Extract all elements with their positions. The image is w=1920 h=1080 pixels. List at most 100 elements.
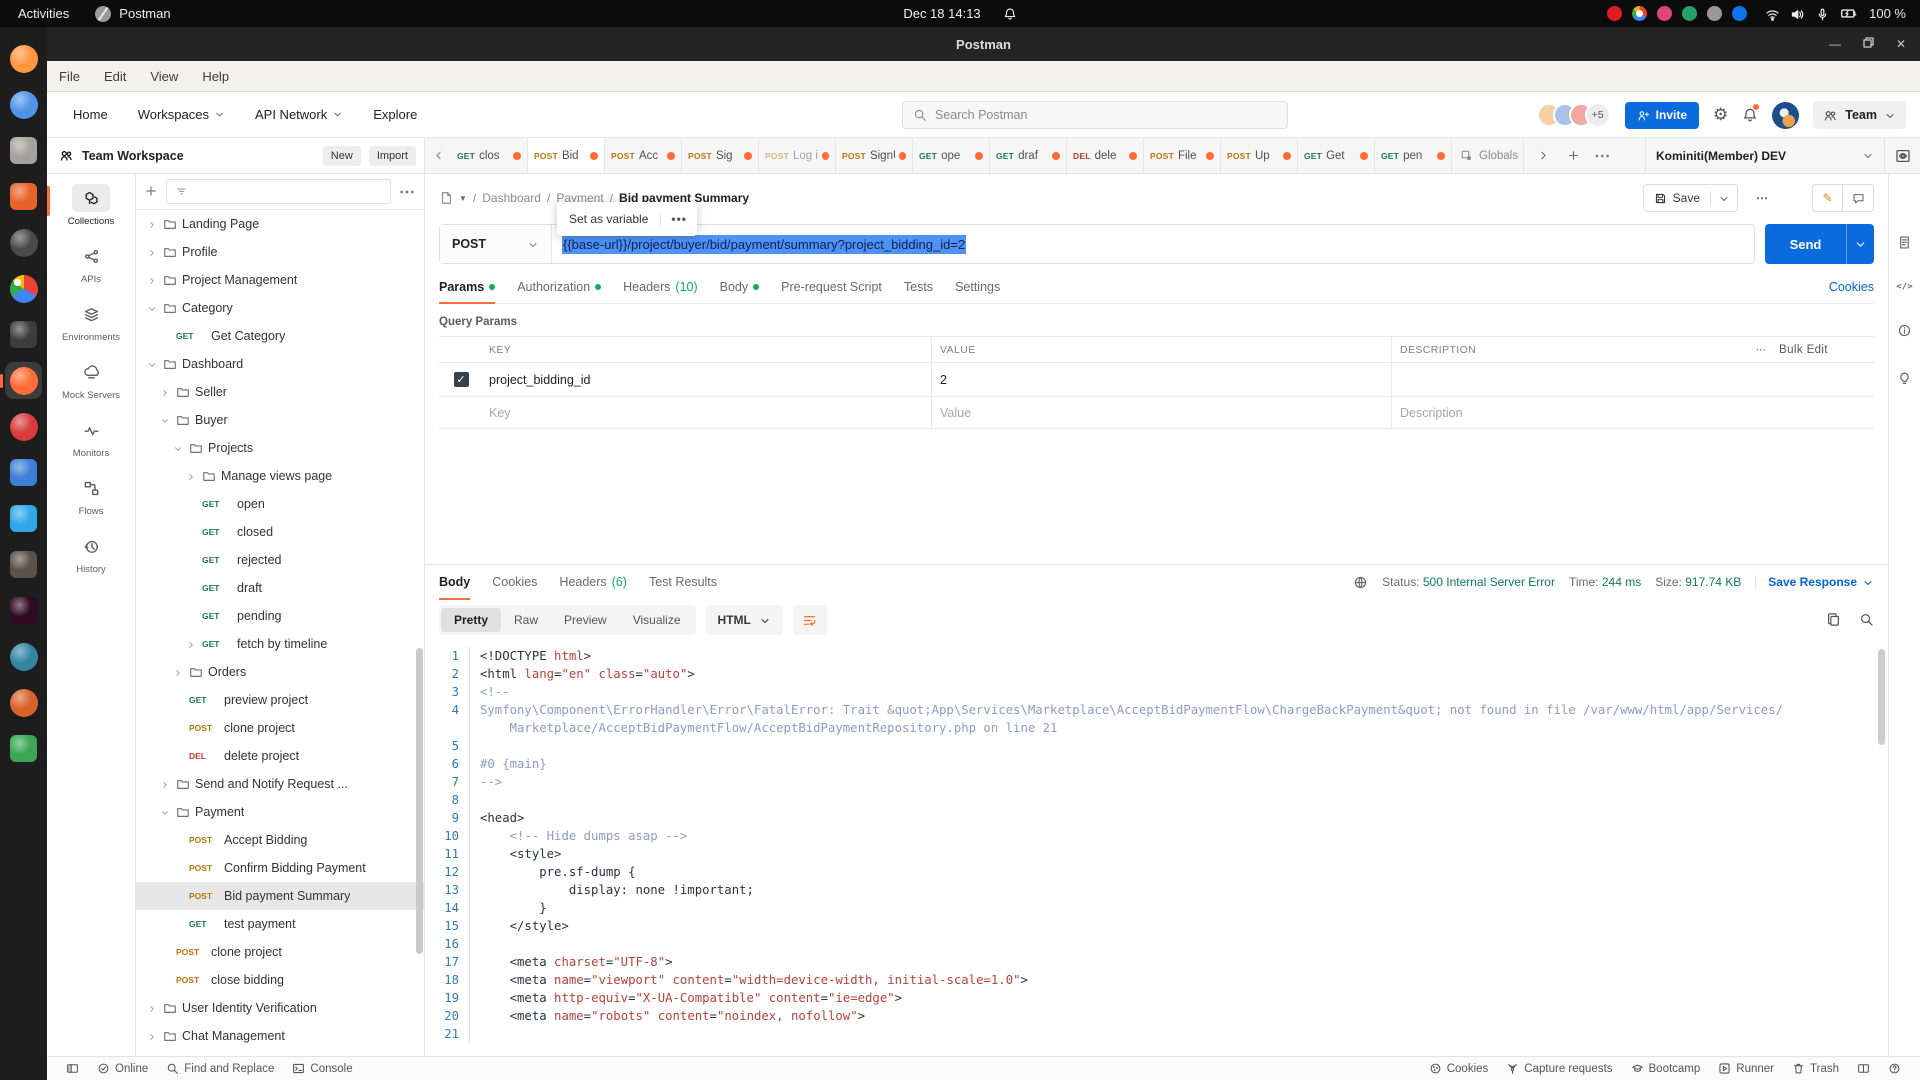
- dock-chrome-icon[interactable]: [5, 270, 42, 307]
- response-scrollbar[interactable]: [1878, 649, 1885, 745]
- menu-edit[interactable]: Edit: [102, 67, 128, 86]
- nav-item-api-network[interactable]: API Network: [255, 107, 343, 122]
- notifications-button[interactable]: [1742, 106, 1758, 124]
- comment-button[interactable]: [1843, 185, 1873, 211]
- popup-more-button[interactable]: •••: [660, 212, 697, 226]
- tab-scroll-right-button[interactable]: [1530, 143, 1556, 169]
- request-tab-tests[interactable]: Tests: [904, 270, 933, 303]
- dock-app-center-icon[interactable]: [5, 178, 42, 215]
- cookies-link[interactable]: Cookies: [1829, 280, 1874, 294]
- tab-clos[interactable]: GETclos: [451, 138, 528, 173]
- clock[interactable]: Dec 18 14:13: [903, 6, 980, 21]
- request-tab-body[interactable]: Body: [720, 270, 760, 303]
- dock-teal-app-icon[interactable]: [5, 638, 42, 675]
- breadcrumb-item[interactable]: Dashboard: [482, 191, 541, 205]
- params-more-button[interactable]: ⋯: [1743, 337, 1779, 362]
- dock-remote-app-icon[interactable]: [5, 454, 42, 491]
- user-avatar[interactable]: [1772, 102, 1799, 129]
- tab-file[interactable]: POSTFile: [1144, 138, 1221, 173]
- battery-icon[interactable]: [1840, 5, 1857, 22]
- rail-code-button[interactable]: </>: [1896, 282, 1912, 292]
- send-button[interactable]: Send: [1765, 224, 1874, 264]
- statusbar-two-pane-button[interactable]: [1848, 1057, 1879, 1080]
- bulk-edit-button[interactable]: Bulk Edit: [1779, 337, 1874, 362]
- new-tab-button[interactable]: [1560, 143, 1586, 169]
- response-body-code[interactable]: 1<!DOCTYPE html>2<html lang="en" class="…: [425, 641, 1888, 1056]
- tree-folder-landing-page[interactable]: Landing Page: [136, 210, 424, 238]
- statusbar-panel-button[interactable]: [57, 1057, 88, 1080]
- dock-blue-app-icon[interactable]: [5, 86, 42, 123]
- environment-quick-look-button[interactable]: [1884, 138, 1920, 173]
- tree-request-open[interactable]: GETopen: [136, 490, 424, 518]
- tab-globals[interactable]: Globals: [1452, 138, 1524, 173]
- statusbar-capture-requests-button[interactable]: Capture requests: [1497, 1057, 1621, 1080]
- request-tab-authorization[interactable]: Authorization: [517, 270, 601, 303]
- param-value-cell[interactable]: 2: [931, 363, 1391, 396]
- rail-item-flows[interactable]: Flows: [47, 474, 135, 523]
- minimize-button[interactable]: —: [1829, 37, 1841, 51]
- menu-view[interactable]: View: [148, 67, 180, 86]
- tab-log-in[interactable]: POSTLog in: [759, 138, 836, 173]
- workspace-title[interactable]: Team Workspace: [82, 149, 315, 163]
- tree-request-get-category[interactable]: GETGet Category: [136, 322, 424, 350]
- tree-request-clone-project[interactable]: POSTclone project: [136, 714, 424, 742]
- statusbar-trash-button[interactable]: Trash: [1783, 1057, 1848, 1080]
- tab-ope[interactable]: GETope: [913, 138, 990, 173]
- menu-help[interactable]: Help: [200, 67, 231, 86]
- import-button[interactable]: Import: [369, 146, 416, 166]
- nav-item-explore[interactable]: Explore: [373, 107, 417, 122]
- tree-folder-seller[interactable]: Seller: [136, 378, 424, 406]
- view-visualize[interactable]: Visualize: [620, 608, 694, 632]
- collections-filter-input[interactable]: [166, 179, 391, 204]
- volume-icon[interactable]: [1790, 5, 1805, 21]
- tree-folder-payment[interactable]: Payment: [136, 798, 424, 826]
- tab-dele[interactable]: DELdele: [1067, 138, 1144, 173]
- dock-vscode-icon[interactable]: [5, 500, 42, 537]
- tab-pen[interactable]: GETpen: [1375, 138, 1452, 173]
- tree-folder-projects[interactable]: Projects: [136, 434, 424, 462]
- tree-folder-project-management[interactable]: Project Management: [136, 266, 424, 294]
- view-preview[interactable]: Preview: [551, 608, 620, 632]
- dock-help-icon[interactable]: [5, 224, 42, 261]
- tree-folder-dashboard[interactable]: Dashboard: [136, 350, 424, 378]
- response-tab-test-results[interactable]: Test Results: [649, 565, 717, 599]
- tree-folder-buyer[interactable]: Buyer: [136, 406, 424, 434]
- menu-file[interactable]: File: [57, 67, 82, 86]
- param-description-placeholder[interactable]: Description: [1391, 397, 1743, 428]
- tab-up[interactable]: POSTUp: [1221, 138, 1298, 173]
- tray-chrome-icon[interactable]: [1632, 6, 1647, 21]
- restore-button[interactable]: [1863, 37, 1874, 51]
- tree-scrollbar[interactable]: [416, 648, 423, 954]
- tree-folder-send-and-notify-request-[interactable]: Send and Notify Request ...: [136, 770, 424, 798]
- tray-recycle-app-icon[interactable]: [1682, 6, 1697, 21]
- chevron-down-icon[interactable]: [1710, 191, 1737, 205]
- dock-dark-app-icon[interactable]: [5, 316, 42, 353]
- invite-button[interactable]: Invite: [1625, 102, 1699, 129]
- tree-request-closed[interactable]: GETclosed: [136, 518, 424, 546]
- response-tab-body[interactable]: Body: [439, 565, 470, 599]
- nav-item-workspaces[interactable]: Workspaces: [138, 107, 225, 122]
- environment-selector[interactable]: Kominiti(Member) DEV: [1646, 149, 1884, 163]
- request-tab-headers[interactable]: Headers(10): [623, 270, 697, 303]
- tree-request-bid-payment-summary[interactable]: POSTBid payment Summary: [136, 882, 424, 910]
- param-description-cell[interactable]: [1391, 363, 1743, 396]
- rail-item-history[interactable]: History: [47, 532, 135, 581]
- statusbar-bootcamp-button[interactable]: Bootcamp: [1622, 1057, 1710, 1080]
- system-tray[interactable]: 100 %: [1607, 5, 1920, 22]
- activities-button[interactable]: Activities: [18, 6, 69, 21]
- tab-sig[interactable]: POSTSig: [682, 138, 759, 173]
- search-response-button[interactable]: [1859, 611, 1874, 629]
- tree-request-delete-project[interactable]: DELdelete project: [136, 742, 424, 770]
- show-applications-button[interactable]: [11, 1043, 35, 1067]
- dock-files-icon[interactable]: [5, 132, 42, 169]
- tree-folder-profile[interactable]: Profile: [136, 238, 424, 266]
- rail-item-monitors[interactable]: Monitors: [47, 416, 135, 465]
- rail-item-environments[interactable]: Environments: [47, 300, 135, 349]
- wrap-lines-button[interactable]: [793, 605, 827, 635]
- app-indicator[interactable]: Postman: [95, 6, 170, 22]
- url-input[interactable]: {{base-url}}/project/buyer/bid/payment/s…: [552, 237, 966, 252]
- param-value-placeholder[interactable]: Value: [931, 397, 1391, 428]
- team-button[interactable]: Team: [1813, 101, 1906, 129]
- tab-scroll-left-button[interactable]: [425, 138, 451, 173]
- dock-postman-icon[interactable]: [5, 362, 42, 399]
